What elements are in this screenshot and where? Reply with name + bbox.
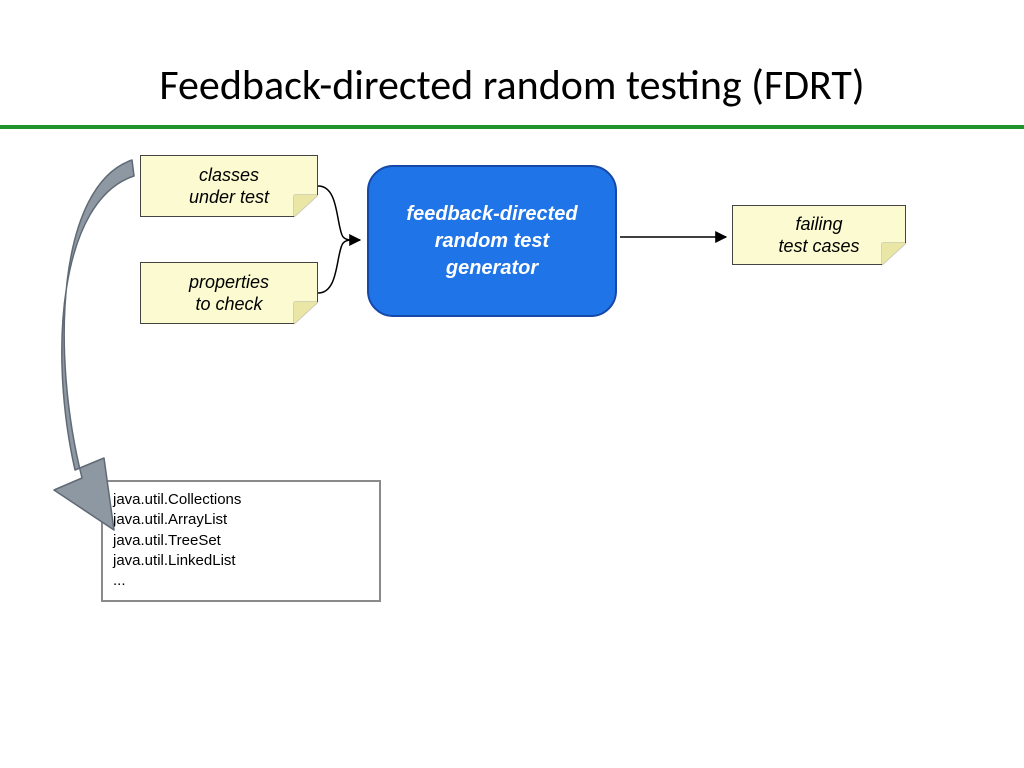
processor-box: feedback-directedrandom testgenerator: [367, 165, 617, 317]
page-title: Feedback-directed random testing (FDRT): [0, 60, 1024, 111]
note-label: failingtest cases: [778, 213, 859, 258]
page-fold-icon: [294, 302, 318, 324]
note-properties-to-check: propertiesto check: [140, 262, 318, 324]
big-curved-arrow: [54, 160, 134, 530]
note-label: propertiesto check: [189, 271, 269, 316]
connectors-layer: [0, 0, 1024, 768]
title-underline: [0, 125, 1024, 129]
page-fold-icon: [882, 243, 906, 265]
page-fold-icon: [294, 195, 318, 217]
inputs-merge-connector: [318, 186, 360, 293]
processor-label: feedback-directedrandom testgenerator: [406, 201, 577, 282]
note-classes-under-test: classesunder test: [140, 155, 318, 217]
classes-example-list: java.util.Collections java.util.ArrayLis…: [101, 480, 381, 602]
note-failing-test-cases: failingtest cases: [732, 205, 906, 265]
note-label: classesunder test: [189, 164, 269, 209]
